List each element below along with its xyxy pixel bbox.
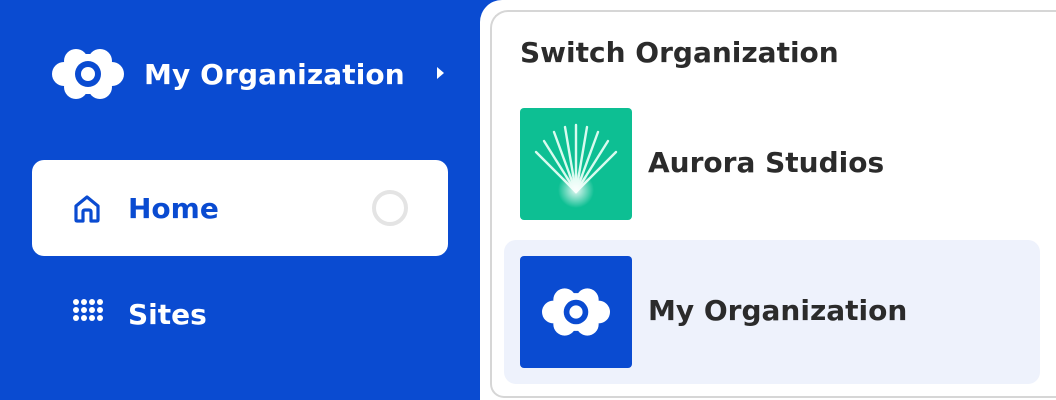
sidebar: My Organization Home Sites [0,0,480,400]
aurora-logo [520,108,632,220]
org-name: My Organization [144,57,405,91]
my-organization-logo [520,256,632,368]
chevron-right-icon [437,67,444,79]
nav-item-home[interactable]: Home [32,160,448,256]
aurora-fan-logo-icon [534,123,618,208]
nav-item-sites[interactable]: Sites [32,266,448,362]
org-option-label: My Organization [648,294,908,327]
nav-item-label: Home [128,191,219,225]
grid-dots-icon [73,299,103,321]
home-icon [74,195,100,223]
panel-title: Switch Organization [520,36,839,69]
nav-item-label: Sites [128,297,207,331]
loading-spinner-icon [372,190,408,226]
switch-organization-panel: Switch Organization Aurora Studios My Or… [480,0,1056,400]
org-flower-logo-icon [52,49,124,99]
org-flower-logo-icon [542,288,610,336]
org-switcher-button[interactable]: My Organization [52,48,462,100]
org-option-label: Aurora Studios [648,146,885,179]
org-option-my-organization[interactable]: My Organization [504,240,1040,384]
org-option-aurora-studios[interactable]: Aurora Studios [504,92,1040,236]
